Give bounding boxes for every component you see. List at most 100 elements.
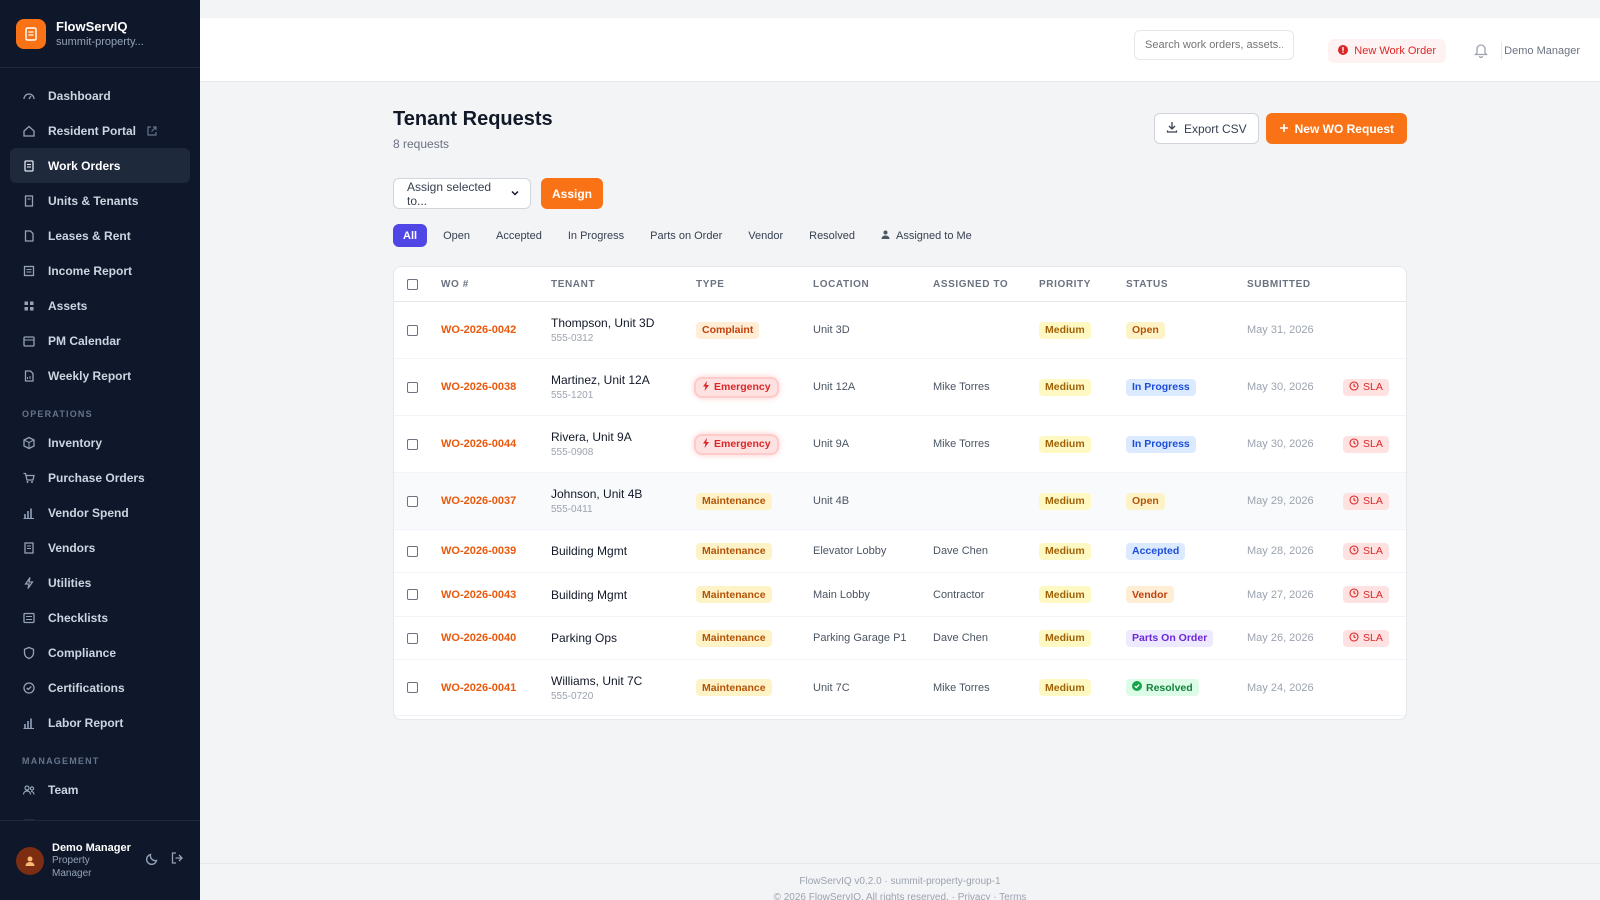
- sidebar-item-labor-report[interactable]: Labor Report: [10, 705, 190, 740]
- header-assigned-to[interactable]: ASSIGNED TO: [933, 279, 1039, 290]
- tenant-name: Building Mgmt: [551, 544, 628, 558]
- table-row[interactable]: WO-2026-0044 Rivera, Unit 9A 555-0908 Emerg…: [394, 416, 1406, 473]
- wo-number-link[interactable]: WO-2026-0044: [441, 438, 516, 450]
- sidebar-item-vendor-spend[interactable]: Vendor Spend: [10, 495, 190, 530]
- table-row[interactable]: WO-2026-0042 Thompson, Unit 3D 555-0312 Com…: [394, 302, 1406, 359]
- sidebar-item-certifications[interactable]: Certifications: [10, 670, 190, 705]
- export-csv-button[interactable]: Export CSV: [1153, 113, 1259, 144]
- sidebar-item-checklists[interactable]: Checklists: [10, 600, 190, 635]
- row-checkbox[interactable]: [407, 438, 418, 450]
- wo-number-link[interactable]: WO-2026-0039: [441, 545, 516, 557]
- bolt-icon: [702, 437, 710, 451]
- assign-button[interactable]: Assign: [541, 178, 603, 209]
- submitted-date: May 30, 2026: [1247, 438, 1314, 450]
- user-panel: Demo Manager Property Manager: [0, 820, 200, 900]
- sidebar-item-resident-portal[interactable]: Resident Portal: [10, 113, 190, 148]
- type-badge: Emergency: [696, 435, 777, 453]
- new-work-order-button[interactable]: New Work Order: [1328, 39, 1446, 63]
- wo-number-link[interactable]: WO-2026-0040: [441, 632, 516, 644]
- tab-all[interactable]: All: [393, 224, 428, 247]
- tab-parts-on-order[interactable]: Parts on Order: [640, 224, 732, 247]
- top-user-menu[interactable]: Demo Manager: [1504, 45, 1580, 57]
- row-checkbox[interactable]: [407, 381, 418, 393]
- cart-icon: [22, 471, 36, 485]
- sidebar-item-income-report[interactable]: Income Report: [10, 253, 190, 288]
- sidebar-item-org-settings[interactable]: Org Settings: [10, 807, 190, 820]
- tab-resolved[interactable]: Resolved: [799, 224, 865, 247]
- sidebar-item-purchase-orders[interactable]: Purchase Orders: [10, 460, 190, 495]
- header-submitted[interactable]: SUBMITTED: [1247, 279, 1343, 290]
- row-checkbox[interactable]: [407, 632, 418, 644]
- sidebar-item-assets[interactable]: Assets: [10, 288, 190, 323]
- sidebar-item-work-orders[interactable]: Work Orders: [10, 148, 190, 183]
- sidebar-item-utilities[interactable]: Utilities: [10, 565, 190, 600]
- type-badge: Maintenance: [696, 679, 772, 696]
- header-tenant[interactable]: TENANT: [551, 279, 696, 290]
- row-checkbox[interactable]: [407, 495, 418, 507]
- row-checkbox[interactable]: [407, 682, 418, 693]
- status-label: Parts On Order: [1132, 632, 1208, 644]
- sidebar-nav: Dashboard Resident Portal Work Orders Units…: [0, 68, 200, 820]
- status-badge: Parts On Order: [1126, 629, 1214, 647]
- sidebar-item-weekly-report[interactable]: Weekly Report: [10, 358, 190, 393]
- wo-number-link[interactable]: WO-2026-0041: [441, 682, 516, 694]
- header-wo[interactable]: WO #: [441, 279, 551, 290]
- wo-number-link[interactable]: WO-2026-0037: [441, 495, 516, 507]
- sidebar-item-dashboard[interactable]: Dashboard: [10, 78, 190, 113]
- wo-number-link[interactable]: WO-2026-0042: [441, 324, 516, 336]
- app-logo-icon: [16, 18, 46, 49]
- table-row[interactable]: WO-2026-0038 Martinez, Unit 12A 555-1201 Em…: [394, 359, 1406, 416]
- sidebar-item-units-tenants[interactable]: Units & Tenants: [10, 183, 190, 218]
- sidebar-item-team[interactable]: Team: [10, 772, 190, 807]
- tab-accepted[interactable]: Accepted: [486, 224, 552, 247]
- search-input[interactable]: [1134, 30, 1294, 60]
- logout-icon[interactable]: [170, 851, 184, 870]
- row-checkbox[interactable]: [407, 545, 418, 557]
- priority-badge: Medium: [1039, 629, 1091, 647]
- priority-badge: Medium: [1039, 679, 1091, 696]
- status-label: Vendor: [1132, 588, 1168, 601]
- sidebar-item-label: Assets: [48, 298, 88, 313]
- header-type[interactable]: TYPE: [696, 279, 813, 290]
- footer: FlowServIQ v0.2.0 · summit-property-grou…: [200, 863, 1600, 900]
- bar-chart-icon: [22, 716, 36, 730]
- header-status[interactable]: STATUS: [1126, 279, 1247, 290]
- new-wo-request-button[interactable]: New WO Request: [1265, 113, 1407, 144]
- certificate-icon: [22, 681, 36, 695]
- assign-select[interactable]: Assign selected to...: [393, 178, 531, 209]
- assigned-to: Contractor: [933, 588, 985, 601]
- export-csv-label: Export CSV: [1183, 121, 1247, 136]
- tab-assigned-to-me[interactable]: Assigned to Me: [871, 224, 982, 247]
- status-label: In Progress: [1132, 381, 1190, 393]
- table-row[interactable]: WO-2026-0040 Parking Ops Maintenance Parkin…: [394, 617, 1406, 660]
- moon-icon[interactable]: [145, 851, 160, 870]
- table-row[interactable]: WO-2026-0039 Building Mgmt Maintenance Elev…: [394, 530, 1406, 573]
- row-checkbox[interactable]: [407, 324, 418, 336]
- select-all-checkbox[interactable]: [407, 278, 418, 290]
- plus-icon: [1279, 122, 1289, 136]
- tab-vendor[interactable]: Vendor: [738, 224, 793, 247]
- sla-label: SLA: [1363, 545, 1383, 557]
- wo-number-link[interactable]: WO-2026-0038: [441, 381, 516, 393]
- download-icon: [1166, 121, 1178, 136]
- tab-open[interactable]: Open: [433, 224, 480, 247]
- header-location[interactable]: LOCATION: [813, 279, 933, 290]
- table-row[interactable]: WO-2026-0041 Williams, Unit 7C 555-0720 Mai…: [394, 660, 1406, 716]
- wo-number-link[interactable]: WO-2026-0043: [441, 589, 516, 601]
- table-row[interactable]: WO-2026-0037 Johnson, Unit 4B 555-0411 Main…: [394, 473, 1406, 530]
- sidebar-item-leases-rent[interactable]: Leases & Rent: [10, 218, 190, 253]
- status-badge: Resolved: [1126, 679, 1199, 696]
- sidebar-item-vendors[interactable]: Vendors: [10, 530, 190, 565]
- brand[interactable]: FlowServIQ summit-property...: [0, 0, 200, 68]
- table-row[interactable]: WO-2026-0043 Building Mgmt Maintenance Main…: [394, 573, 1406, 617]
- bell-icon[interactable]: [1473, 42, 1489, 63]
- row-checkbox[interactable]: [407, 589, 418, 600]
- assigned-to: Dave Chen: [933, 632, 989, 644]
- sidebar-item-compliance[interactable]: Compliance: [10, 635, 190, 670]
- tab-label: Accepted: [495, 229, 542, 242]
- tab-in-progress[interactable]: In Progress: [558, 224, 634, 247]
- sidebar-item-inventory[interactable]: Inventory: [10, 425, 190, 460]
- user-avatar-icon[interactable]: [16, 846, 44, 875]
- sidebar-item-pm-calendar[interactable]: PM Calendar: [10, 323, 190, 358]
- header-priority[interactable]: PRIORITY: [1039, 279, 1126, 290]
